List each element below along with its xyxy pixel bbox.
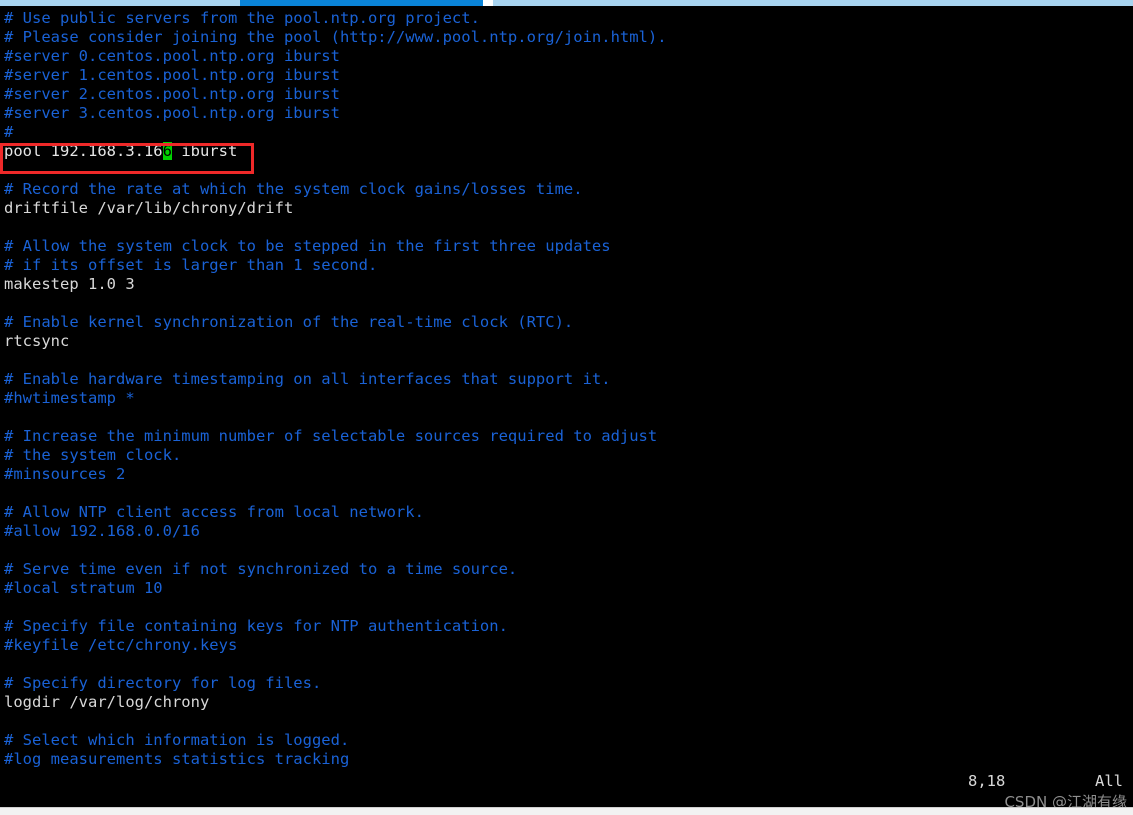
editor-line-code[interactable]: makestep 1.0 3 xyxy=(4,275,1129,294)
editor-line-comment[interactable]: # Specify directory for log files. xyxy=(4,674,1129,693)
editor-status-ruler: 8,18 All xyxy=(0,771,1133,791)
editor-line-code[interactable]: logdir /var/log/chrony xyxy=(4,693,1129,712)
editor-line-comment[interactable]: #local stratum 10 xyxy=(4,579,1129,598)
editor-line-blank xyxy=(4,484,1129,503)
editor-line-comment[interactable]: #log measurements statistics tracking xyxy=(4,750,1129,769)
editor-line-comment[interactable]: # Allow the system clock to be stepped i… xyxy=(4,237,1129,256)
editor-line-comment[interactable]: #server 1.centos.pool.ntp.org iburst xyxy=(4,66,1129,85)
terminal-screen[interactable]: # Use public servers from the pool.ntp.o… xyxy=(0,6,1133,807)
page-bottom-strip xyxy=(0,807,1133,815)
editor-text-area[interactable]: # Use public servers from the pool.ntp.o… xyxy=(4,9,1129,769)
editor-line-comment[interactable]: # Enable hardware timestamping on all in… xyxy=(4,370,1129,389)
editor-line-blank xyxy=(4,712,1129,731)
editor-line-comment[interactable]: # Record the rate at which the system cl… xyxy=(4,180,1129,199)
editor-line-blank xyxy=(4,351,1129,370)
editor-line-comment[interactable]: # Use public servers from the pool.ntp.o… xyxy=(4,9,1129,28)
editor-line-comment[interactable]: # if its offset is larger than 1 second. xyxy=(4,256,1129,275)
editor-line-blank xyxy=(4,294,1129,313)
editor-line-comment[interactable]: #minsources 2 xyxy=(4,465,1129,484)
editor-line-comment[interactable]: #keyfile /etc/chrony.keys xyxy=(4,636,1129,655)
editor-line-comment[interactable]: #allow 192.168.0.0/16 xyxy=(4,522,1129,541)
editor-line-code[interactable]: rtcsync xyxy=(4,332,1129,351)
editor-line-comment[interactable]: # Specify file containing keys for NTP a… xyxy=(4,617,1129,636)
csdn-watermark: CSDN @江湖有缘 xyxy=(1004,793,1127,807)
editor-line-blank xyxy=(4,598,1129,617)
editor-line-blank xyxy=(4,541,1129,560)
editor-line-blank xyxy=(4,161,1129,180)
block-cursor: 6 xyxy=(162,142,172,160)
editor-line-comment[interactable]: # Enable kernel synchronization of the r… xyxy=(4,313,1129,332)
scroll-position-indicator: All xyxy=(1095,772,1123,790)
editor-line-active[interactable]: pool 192.168.3.166 iburst xyxy=(4,142,1129,161)
editor-line-comment[interactable]: # Increase the minimum number of selecta… xyxy=(4,427,1129,446)
active-line-text-before-cursor: pool 192.168.3.16 xyxy=(4,142,163,160)
editor-line-comment[interactable]: #server 2.centos.pool.ntp.org iburst xyxy=(4,85,1129,104)
editor-line-comment[interactable]: # the system clock. xyxy=(4,446,1129,465)
editor-line-blank xyxy=(4,655,1129,674)
editor-line-comment[interactable]: # Serve time even if not synchronized to… xyxy=(4,560,1129,579)
editor-line-comment[interactable]: # Select which information is logged. xyxy=(4,731,1129,750)
editor-line-comment[interactable]: # xyxy=(4,123,1129,142)
editor-line-comment[interactable]: # Please consider joining the pool (http… xyxy=(4,28,1129,47)
editor-line-comment[interactable]: #server 3.centos.pool.ntp.org iburst xyxy=(4,104,1129,123)
editor-line-blank xyxy=(4,218,1129,237)
editor-line-comment[interactable]: # Allow NTP client access from local net… xyxy=(4,503,1129,522)
active-line-text-after-cursor: iburst xyxy=(171,142,238,160)
cursor-position-indicator: 8,18 xyxy=(968,772,1006,790)
editor-line-code[interactable]: driftfile /var/lib/chrony/drift xyxy=(4,199,1129,218)
editor-line-comment[interactable]: #hwtimestamp * xyxy=(4,389,1129,408)
editor-line-comment[interactable]: #server 0.centos.pool.ntp.org iburst xyxy=(4,47,1129,66)
editor-line-blank xyxy=(4,408,1129,427)
